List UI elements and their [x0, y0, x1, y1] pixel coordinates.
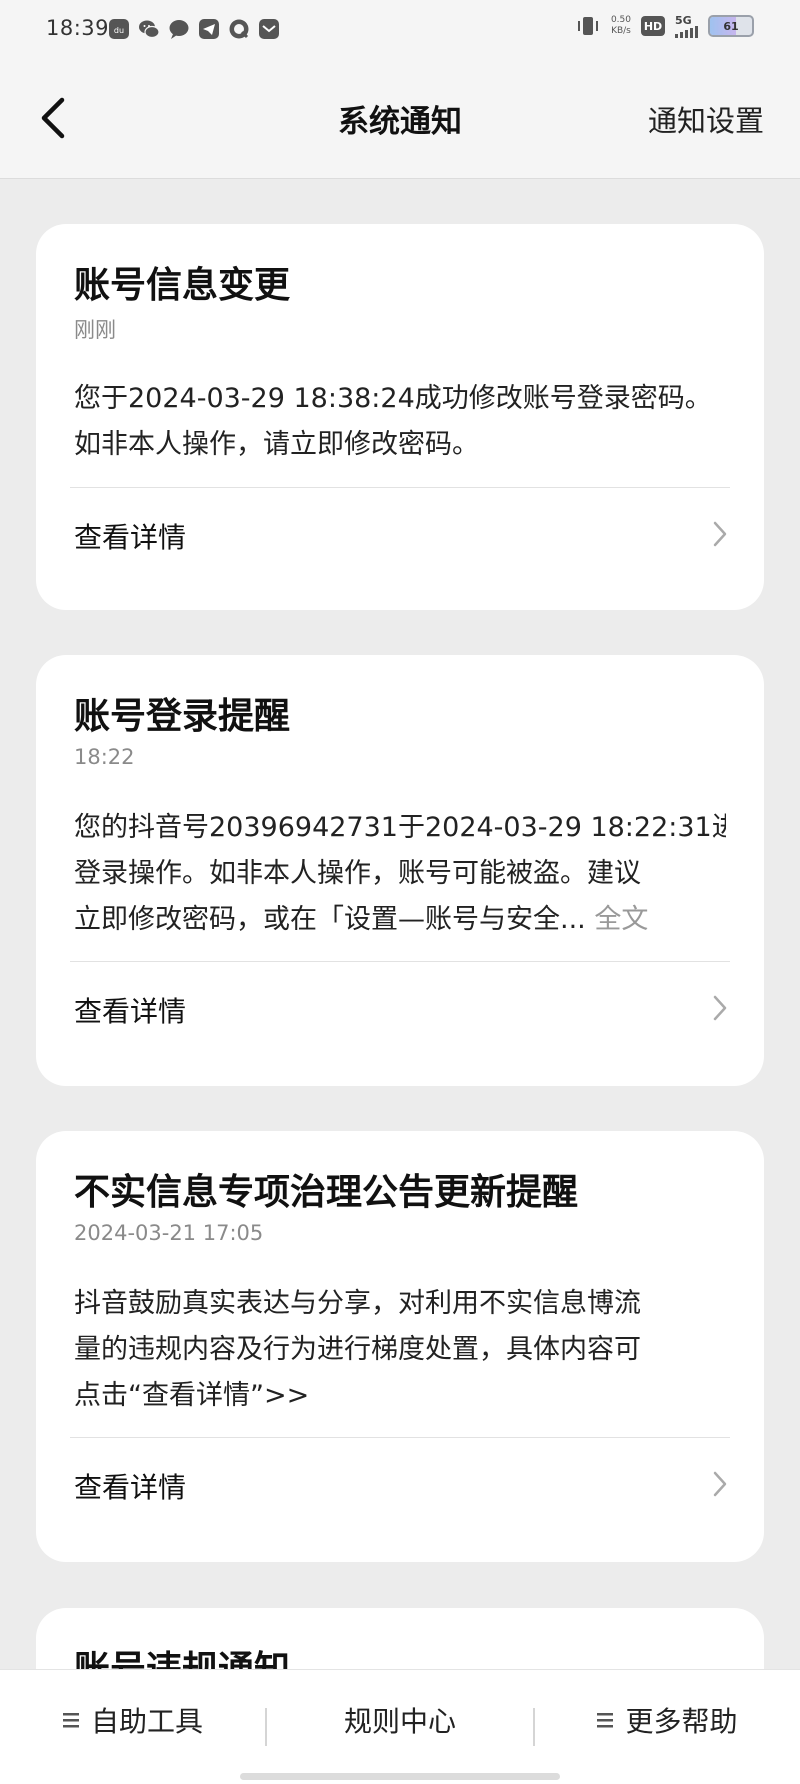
notification-title: 账号信息变更	[74, 265, 291, 306]
notification-card: 账号信息变更 刚刚 您于2024-03-29 18:38:24成功修改账号登录密…	[36, 224, 764, 610]
bottom-item-label: 更多帮助	[625, 1705, 738, 1738]
telegram-icon	[199, 19, 219, 39]
notification-body-line: 抖音鼓励真实表达与分享，对利用不实信息博流	[74, 1288, 641, 1319]
view-details-button[interactable]: 查看详情	[36, 962, 764, 1054]
bottom-item-label: 规则中心	[343, 1705, 456, 1738]
notification-card: 不实信息专项治理公告更新提醒 2024-03-21 17:05 抖音鼓励真实表达…	[36, 1131, 764, 1562]
status-right: 0.50 KB/s HD 5G 61	[575, 14, 754, 38]
notification-body-text: 立即修改密码，或在「设置—账号与安全...	[74, 904, 586, 935]
notification-body: 您的抖音号20396942731于2024-03-29 18:22:31进行了 …	[74, 805, 726, 943]
notification-list[interactable]: 账号信息变更 刚刚 您于2024-03-29 18:38:24成功修改账号登录密…	[0, 179, 800, 1669]
notification-body-line: 立即修改密码，或在「设置—账号与安全... 全文	[74, 897, 726, 943]
home-indicator[interactable]	[240, 1773, 560, 1780]
view-details-button[interactable]: 查看详情	[36, 1438, 764, 1530]
mail-icon	[259, 19, 279, 39]
net-speed-value: 0.50	[610, 15, 631, 25]
notification-title: 不实信息专项治理公告更新提醒	[74, 1172, 579, 1213]
bottom-toolbar: 自助工具 规则中心 更多帮助	[0, 1669, 800, 1784]
net-speed-unit: KB/s	[611, 26, 631, 36]
notification-card: 账号登录提醒 18:22 您的抖音号20396942731于2024-03-29…	[36, 655, 764, 1086]
notification-settings-button[interactable]: 通知设置	[648, 98, 764, 140]
bottom-item-label: 自助工具	[90, 1705, 203, 1738]
signal-bars-icon	[675, 25, 698, 38]
rules-center-button[interactable]: 规则中心	[267, 1670, 533, 1770]
more-help-button[interactable]: 更多帮助	[535, 1670, 800, 1770]
battery-level: 61	[723, 19, 739, 33]
self-service-tools-button[interactable]: 自助工具	[0, 1670, 266, 1770]
svg-text:du: du	[114, 26, 124, 35]
view-details-button[interactable]: 查看详情	[36, 488, 764, 580]
signal-indicator: 5G	[675, 15, 698, 38]
chevron-right-icon	[713, 521, 727, 547]
notification-body: 您于2024-03-29 18:38:24成功修改账号登录密码。 如非本人操作，…	[74, 376, 726, 468]
battery-icon: 61	[708, 15, 754, 37]
chevron-right-icon	[713, 995, 727, 1021]
notification-body-line: 登录操作。如非本人操作，账号可能被盗。建议	[74, 858, 641, 889]
chevron-right-icon	[713, 1471, 727, 1497]
status-app-icons: du	[108, 18, 280, 40]
notification-body-line: 您的抖音号20396942731于2024-03-29 18:22:31进行了	[74, 812, 726, 843]
notification-card: 账号违规通知	[36, 1608, 764, 1669]
status-time: 18:39	[46, 16, 110, 40]
notification-body-line: 点击“查看详情”>>	[74, 1380, 310, 1411]
vibrate-icon	[577, 17, 598, 35]
notification-body: 抖音鼓励真实表达与分享，对利用不实信息博流 量的违规内容及行为进行梯度处置，具体…	[74, 1281, 726, 1419]
full-text-link[interactable]: 全文	[594, 904, 648, 935]
menu-icon	[62, 1713, 79, 1728]
notification-body-line: 量的违规内容及行为进行梯度处置，具体内容可	[74, 1334, 641, 1365]
du-icon: du	[109, 19, 129, 39]
notification-body-line: 如非本人操作，请立即修改密码。	[74, 429, 479, 460]
net-speed: 0.50 KB/s	[611, 15, 631, 37]
view-details-label: 查看详情	[74, 1471, 187, 1504]
notification-title: 账号违规通知	[74, 1640, 290, 1669]
view-details-label: 查看详情	[74, 521, 187, 554]
network-label: 5G	[675, 13, 692, 27]
notification-title: 账号登录提醒	[74, 696, 291, 737]
wechat-icon	[139, 20, 160, 39]
message-icon	[169, 20, 189, 39]
notification-time: 2024-03-21 17:05	[74, 1221, 264, 1245]
chat-icon	[229, 19, 249, 39]
notification-body-line: 您于2024-03-29 18:38:24成功修改账号登录密码。	[74, 383, 712, 414]
notification-time: 18:22	[74, 745, 135, 769]
system-notifications-screen: 18:39 du 0.50 KB/s HD 5G 61 系统通知 通知设置 账号…	[0, 0, 800, 1784]
notification-time: 刚刚	[74, 318, 116, 342]
hd-badge: HD	[641, 16, 665, 36]
status-bar: 18:39 du 0.50 KB/s HD 5G 61	[0, 0, 800, 62]
menu-icon	[597, 1713, 614, 1728]
view-details-label: 查看详情	[74, 995, 187, 1028]
nav-bar: 系统通知 通知设置	[0, 62, 800, 179]
